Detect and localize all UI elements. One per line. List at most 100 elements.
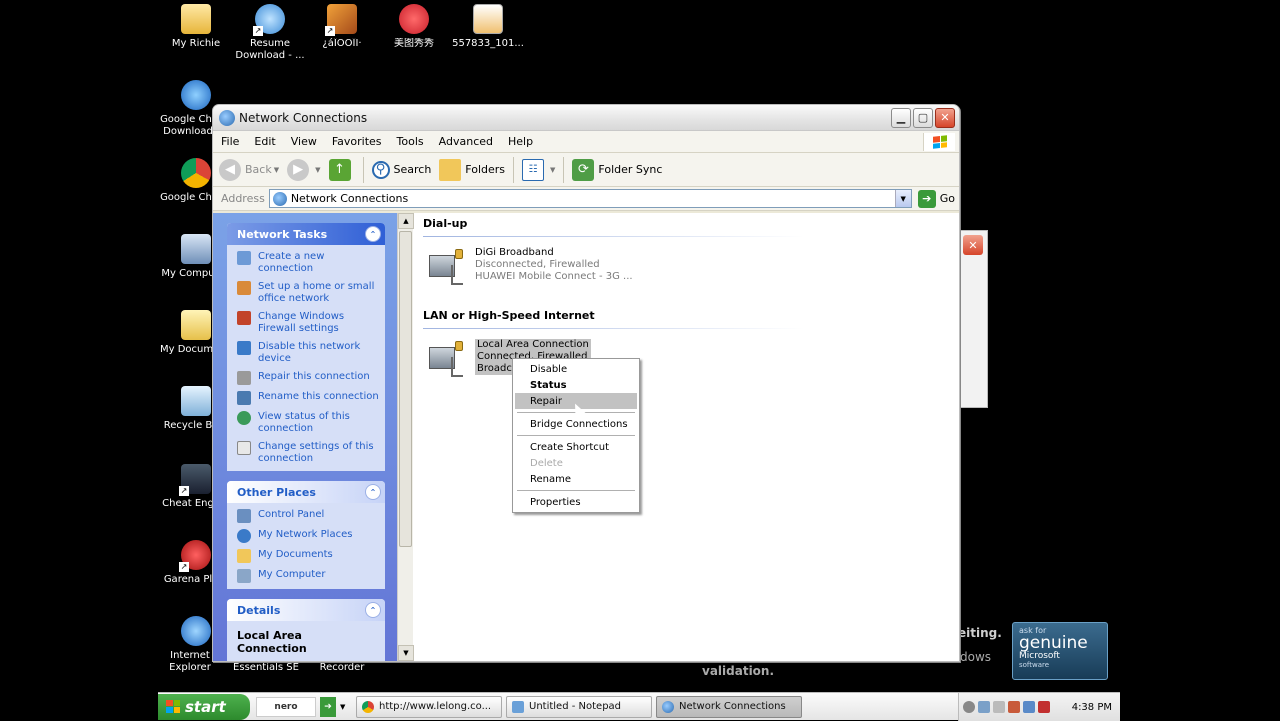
scroll-thumb[interactable] — [399, 231, 412, 547]
place-my-documents[interactable]: My Documents — [237, 549, 379, 563]
tray-icon[interactable] — [993, 701, 1005, 713]
details-header[interactable]: Details ⌃ — [227, 599, 385, 621]
maximize-button[interactable]: ▢ — [913, 107, 933, 128]
menu-item-disable[interactable]: Disable — [515, 361, 637, 377]
task-rename[interactable]: Rename this connection — [237, 391, 379, 405]
tray-icon[interactable] — [1008, 701, 1020, 713]
clock[interactable]: 4:38 PM — [1072, 702, 1112, 713]
connection-local-area[interactable]: Local Area Connection Connected, Firewal… — [425, 339, 959, 383]
forward-button[interactable]: ▶ ▼ — [287, 158, 321, 181]
toolbar-separator — [513, 156, 515, 183]
folder-sync-button[interactable]: ⟳ Folder Sync — [572, 158, 662, 181]
search-button[interactable]: ⚲ Search — [371, 160, 431, 179]
windows-logo-icon — [166, 700, 180, 713]
start-button[interactable]: start — [158, 693, 250, 720]
desktop-icon-file[interactable]: 557833_101... — [452, 4, 524, 50]
desktop-icon-resume-download[interactable]: Resume Download - ... — [234, 4, 306, 62]
taskbar-item-network-connections[interactable]: Network Connections — [656, 695, 802, 718]
task-create-connection[interactable]: Create a new connection — [237, 251, 379, 275]
search-icon: ⚲ — [371, 160, 390, 179]
nero-search-icon[interactable]: nero — [256, 696, 316, 717]
scroll-down-icon[interactable]: ▼ — [398, 645, 414, 661]
network-icon — [272, 191, 287, 206]
menu-item-create-shortcut[interactable]: Create Shortcut — [515, 439, 637, 455]
taskbar-item-chrome[interactable]: http://www.lelong.co... — [356, 695, 502, 718]
chevron-down-icon[interactable]: ▼ — [340, 697, 348, 717]
task-firewall[interactable]: Change Windows Firewall settings — [237, 311, 379, 335]
go-button[interactable]: ➔ Go — [917, 189, 955, 208]
collapse-icon[interactable]: ⌃ — [365, 602, 381, 618]
collapse-icon[interactable]: ⌃ — [365, 226, 381, 242]
lan-connection-icon — [425, 339, 469, 383]
scroll-up-icon[interactable]: ▲ — [398, 213, 414, 229]
desktop-icon-essentials[interactable]: Essentials SE — [230, 662, 302, 674]
place-my-computer[interactable]: My Computer — [237, 569, 379, 583]
taskbar-item-notepad[interactable]: Untitled - Notepad — [506, 695, 652, 718]
menu-favorites[interactable]: Favorites — [332, 135, 382, 148]
desktop-icon-my-richie[interactable]: My Richie — [160, 4, 232, 50]
show-desktop-icon[interactable]: ➔ — [320, 696, 336, 717]
game-icon — [325, 4, 357, 36]
task-disable-device[interactable]: Disable this network device — [237, 341, 379, 365]
menu-item-rename[interactable]: Rename — [515, 471, 637, 487]
task-view-status[interactable]: View status of this connection — [237, 411, 379, 435]
network-icon — [662, 700, 674, 713]
genuine-badge[interactable]: ask for genuine Microsoft software — [1012, 622, 1108, 680]
menu-view[interactable]: View — [291, 135, 317, 148]
collapse-icon[interactable]: ⌃ — [365, 484, 381, 500]
menu-bar: File Edit View Favorites Tools Advanced … — [213, 131, 959, 153]
address-bar: Address Network Connections ▼ ➔ Go — [213, 187, 959, 211]
desktop-icon-game[interactable]: ¿áÎÒÓÎÏ· — [306, 4, 378, 50]
desktop-icon-recorder[interactable]: Recorder — [306, 662, 378, 674]
tray-arrow-icon[interactable] — [963, 701, 975, 713]
task-pane: Network Tasks ⌃ Create a new connection … — [213, 213, 397, 661]
other-places-header[interactable]: Other Places ⌃ — [227, 481, 385, 503]
network-tray-icon[interactable] — [978, 701, 990, 713]
task-repair[interactable]: Repair this connection — [237, 371, 379, 385]
back-button[interactable]: ◀ Back ▼ — [219, 158, 279, 181]
folders-button[interactable]: Folders — [439, 158, 505, 181]
place-control-panel[interactable]: Control Panel — [237, 509, 379, 523]
genuine-notice-text: dows — [960, 650, 992, 664]
address-field[interactable]: Network Connections ▼ — [268, 189, 912, 208]
image-file-icon — [473, 4, 503, 34]
menu-help[interactable]: Help — [508, 135, 533, 148]
repair-icon — [237, 371, 251, 385]
vertical-scrollbar[interactable]: ▲ ▼ — [397, 213, 414, 661]
task-change-settings[interactable]: Change settings of this connection — [237, 441, 379, 465]
menu-file[interactable]: File — [221, 135, 239, 148]
minimize-button[interactable]: ▁ — [891, 107, 911, 128]
menu-item-properties[interactable]: Properties — [515, 494, 637, 510]
forward-arrow-icon: ▶ — [287, 158, 310, 181]
window-title: Network Connections — [239, 110, 368, 125]
menu-advanced[interactable]: Advanced — [439, 135, 493, 148]
disable-icon — [237, 341, 251, 355]
windows-logo-icon — [923, 133, 955, 151]
task-home-network[interactable]: Set up a home or small office network — [237, 281, 379, 305]
place-my-network-places[interactable]: My Network Places — [237, 529, 379, 543]
close-button[interactable]: ✕ — [935, 107, 955, 128]
rename-icon — [237, 391, 251, 405]
network-tasks-header[interactable]: Network Tasks ⌃ — [227, 223, 385, 245]
close-icon[interactable]: ✕ — [963, 235, 983, 255]
quick-launch: nero ➔ ▼ — [256, 696, 352, 717]
views-button[interactable]: ☷ ▼ — [522, 158, 555, 181]
title-bar[interactable]: Network Connections ▁ ▢ ✕ — [213, 105, 959, 131]
details-value: Local Area Connection — [227, 621, 385, 661]
connection-digi-broadband[interactable]: DiGi Broadband Disconnected, Firewalled … — [425, 247, 959, 291]
menu-edit[interactable]: Edit — [254, 135, 275, 148]
security-shield-icon[interactable] — [1038, 701, 1050, 713]
computer-icon — [237, 569, 251, 583]
genuine-notice-text: eiting. — [958, 626, 1002, 640]
home-network-icon — [237, 281, 251, 295]
desktop-icon-meitu[interactable]: 美图秀秀 — [378, 4, 450, 50]
group-header-dialup: Dial-up — [423, 217, 803, 237]
tray-icon[interactable] — [1023, 701, 1035, 713]
up-button[interactable]: ↑ — [328, 158, 355, 181]
chevron-down-icon[interactable]: ▼ — [894, 190, 911, 207]
chrome-icon — [181, 158, 211, 188]
menu-item-status[interactable]: Status — [515, 377, 637, 393]
documents-icon — [237, 549, 251, 563]
menu-tools[interactable]: Tools — [397, 135, 424, 148]
cheat-engine-icon — [179, 464, 211, 496]
